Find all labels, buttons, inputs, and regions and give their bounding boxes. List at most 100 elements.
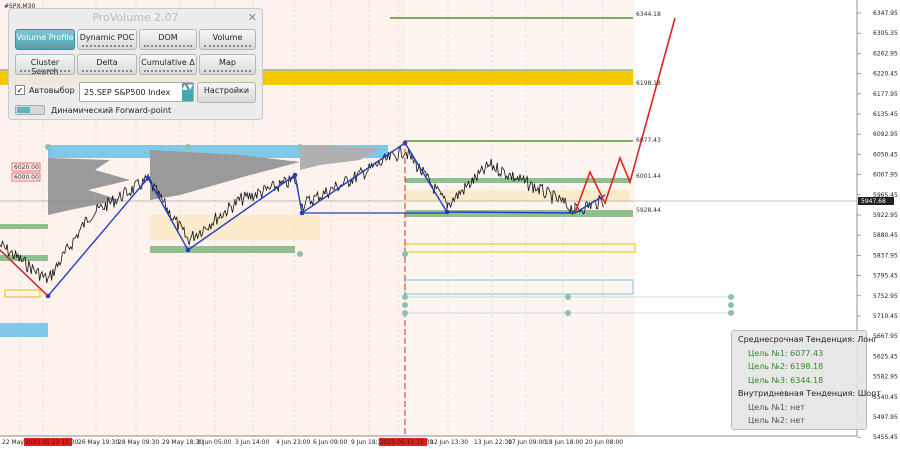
target-label: Цель №1: (748, 348, 788, 358)
delta-button[interactable]: Delta (77, 54, 137, 75)
volume-button[interactable]: Volume (199, 29, 256, 50)
dots-icon (82, 70, 132, 72)
price-tick-label: 6220.45 (873, 71, 898, 78)
auto-select-label: Автовыбор (29, 86, 75, 95)
green-zone (150, 246, 295, 253)
price-tick-label: 5880.45 (873, 232, 898, 239)
dots-icon (144, 70, 192, 72)
time-tick-label: 17 Jun 09:00 (508, 439, 546, 446)
time-tick-label: 12 Jun 13:30 (430, 439, 468, 446)
map-button[interactable]: Map (199, 54, 256, 75)
spinner-arrows-icon[interactable]: ▲▼ (182, 83, 193, 101)
target-value: нет (790, 402, 805, 412)
target-value: 6077.43 (790, 348, 824, 358)
session-tint (405, 0, 635, 436)
cluster-search-label: Cluster Search (30, 58, 60, 76)
wave-node (299, 210, 305, 216)
close-icon[interactable]: ✕ (248, 11, 257, 24)
dom-button[interactable]: DOM (139, 29, 197, 50)
price-tick-label: 5625.45 (873, 353, 898, 360)
dots-icon (20, 70, 70, 72)
target-label: Цель №3: (748, 375, 788, 385)
time-tick-label: 3 Jun 14:00 (235, 439, 269, 446)
time-tick-label: 6 Jun 09:00 (313, 439, 347, 446)
mid-target-2: Цель №2: 6198.18 (738, 362, 860, 376)
target-value: 6344.18 (790, 375, 824, 385)
target-label: Цель №2: (748, 416, 788, 425)
volume-profile-button[interactable]: Volume Profile (15, 29, 75, 50)
time-tick-label: 2025.06.11 15:30 (380, 439, 434, 446)
time-tick-label: 26 May 19:30 (78, 439, 119, 446)
green-zone (405, 178, 630, 183)
wave-node (145, 175, 151, 181)
dynamic-poc-label: Dynamic POC (79, 33, 135, 42)
target-value: 6198.18 (790, 362, 824, 371)
instrument-select[interactable]: 25.SEP S&P500 Index ▲▼ (79, 82, 194, 102)
wave-node (185, 247, 191, 253)
target-label: Цель №2: (748, 362, 788, 371)
time-axis: 22 May 20252025.05.23 15:30 26 May 19:302… (2, 438, 623, 446)
level-tag: 6077.43 (636, 137, 661, 144)
dynamic-poc-button[interactable]: Dynamic POC (77, 29, 137, 50)
volume-profile-label: Volume Profile (16, 33, 74, 42)
time-tick-label: 2 Jun 05:00 (197, 439, 231, 446)
cumulative-delta-button[interactable]: Cumulative Δ (139, 54, 197, 75)
forward-point-toggle[interactable] (15, 105, 45, 115)
intra-target-2: Цель №2: нет (738, 416, 860, 430)
intra-target-1: Цель №1: нет (738, 403, 860, 417)
intra-trend-title: Внутридневная Тенденция: Шорт (738, 389, 881, 398)
time-tick-label: 2025.05.23 15:30 (25, 439, 79, 446)
dots-icon (144, 45, 192, 47)
cumulative-delta-label: Cumulative Δ (141, 58, 195, 67)
auto-select-checkbox[interactable]: ✓ (15, 85, 25, 95)
volume-label: Volume (212, 33, 243, 42)
time-tick-label: 4 Jun 23:00 (276, 439, 310, 446)
price-tick-label: 6177.95 (873, 91, 898, 98)
dots-icon (82, 45, 132, 47)
panel-title: ProVolume 2.07 (92, 11, 179, 24)
time-tick-label: 18 Jun 18:00 (545, 439, 583, 446)
price-tick-label: 6007.95 (873, 172, 898, 179)
volume-cloud (0, 323, 48, 337)
instrument-value: 25.SEP S&P500 Index (84, 88, 171, 97)
trend-info-box: Среднесрочная Тенденция: Лонг Цель №1: 6… (731, 330, 881, 430)
forward-point-label: Динамический Forward-point (51, 106, 172, 115)
green-zone (0, 224, 48, 229)
provolume-panel[interactable]: ProVolume 2.07 ✕ Volume Profile Dynamic … (8, 8, 263, 120)
price-tick-label: 6347.95 (873, 10, 898, 17)
mid-trend-title: Среднесрочная Тенденция: Лонг (738, 335, 878, 344)
map-label: Map (219, 58, 236, 67)
price-tick-label: 6092.95 (873, 131, 898, 138)
price-tick-label: 5795.45 (873, 273, 898, 280)
time-tick-label: 20 Jun 08:00 (585, 439, 623, 446)
settings-button[interactable]: Настройки (197, 82, 256, 103)
cluster-search-button[interactable]: Cluster Search (15, 54, 75, 76)
price-tick-label: 5752.95 (873, 293, 898, 300)
price-tick-label: 5497.95 (873, 414, 898, 421)
wave-node (292, 172, 298, 178)
price-tick-label: 6135.45 (873, 111, 898, 118)
wave-node (444, 209, 450, 215)
level-tag: 6198.18 (636, 80, 661, 87)
mid-target-1: Цель №1: 6077.43 (738, 349, 860, 363)
time-tick-label: 28 May 09:30 (118, 439, 159, 446)
toggle-knob (17, 107, 30, 113)
time-tick-label: 13 Jun 22:30 (474, 439, 512, 446)
price-tick-label: 6305.35 (873, 30, 898, 37)
level-tag: 5928.44 (636, 207, 661, 214)
current-price-value: 5947.68 (861, 198, 886, 205)
price-tick-label: 6050.45 (873, 151, 898, 158)
price-tick-label: 5837.95 (873, 252, 898, 259)
mid-target-3: Цель №3: 6344.18 (738, 376, 860, 390)
red-level-tag: 6020.00 (14, 164, 39, 171)
target-label: Цель №1: (748, 402, 788, 412)
target-value: нет (790, 416, 805, 425)
price-tick-label: 5922.95 (873, 212, 898, 219)
price-tick-label: 5582.95 (873, 374, 898, 381)
dots-icon (204, 70, 251, 72)
price-tick-label: 5455.45 (873, 434, 898, 441)
price-tick-label: 5710.45 (873, 313, 898, 320)
red-level-tag: 6000.00 (14, 174, 39, 181)
level-tag: 6001.44 (636, 173, 661, 180)
dom-label: DOM (158, 33, 178, 42)
